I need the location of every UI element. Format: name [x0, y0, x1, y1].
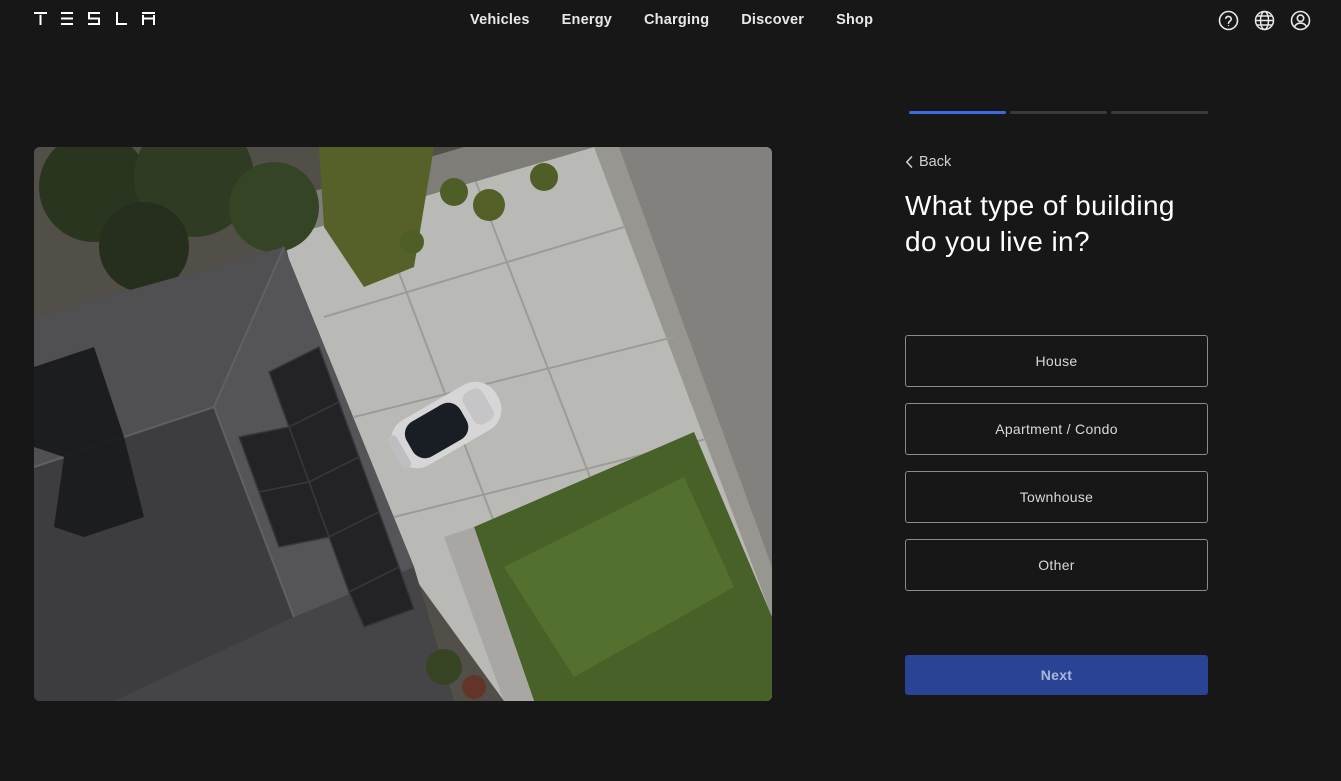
chevron-left-icon [906, 156, 913, 168]
hero-image [34, 147, 772, 701]
nav-item-vehicles[interactable]: Vehicles [454, 12, 546, 28]
main-nav: Vehicles Energy Charging Discover Shop [454, 0, 889, 40]
tesla-wordmark-icon [34, 12, 155, 25]
option-other[interactable]: Other [905, 539, 1208, 591]
question-heading: What type of building do you live in? [905, 190, 1175, 257]
account-icon [1290, 10, 1310, 30]
back-button[interactable]: Back [905, 154, 951, 170]
nav-item-discover[interactable]: Discover [725, 12, 820, 28]
option-house[interactable]: House [905, 335, 1208, 387]
building-options: House Apartment / Condo Townhouse Other [905, 335, 1208, 607]
nav-item-charging[interactable]: Charging [628, 12, 725, 28]
language-button[interactable] [1253, 9, 1275, 31]
next-button[interactable]: Next [905, 655, 1208, 695]
progress-step-1 [909, 111, 1006, 114]
help-icon [1218, 10, 1238, 30]
globe-icon [1254, 10, 1274, 30]
nav-item-energy[interactable]: Energy [546, 12, 628, 28]
nav-item-shop[interactable]: Shop [820, 12, 889, 28]
aerial-house-illustration [34, 147, 772, 701]
tesla-logo[interactable] [34, 12, 155, 25]
option-apartment-condo[interactable]: Apartment / Condo [905, 403, 1208, 455]
step-progress [909, 111, 1208, 114]
utility-icons [1217, 9, 1311, 31]
progress-step-2 [1010, 111, 1107, 114]
help-button[interactable] [1217, 9, 1239, 31]
back-label: Back [919, 154, 952, 170]
top-navigation-bar: Vehicles Energy Charging Discover Shop [0, 0, 1341, 40]
progress-step-3 [1111, 111, 1208, 114]
option-townhouse[interactable]: Townhouse [905, 471, 1208, 523]
account-button[interactable] [1289, 9, 1311, 31]
